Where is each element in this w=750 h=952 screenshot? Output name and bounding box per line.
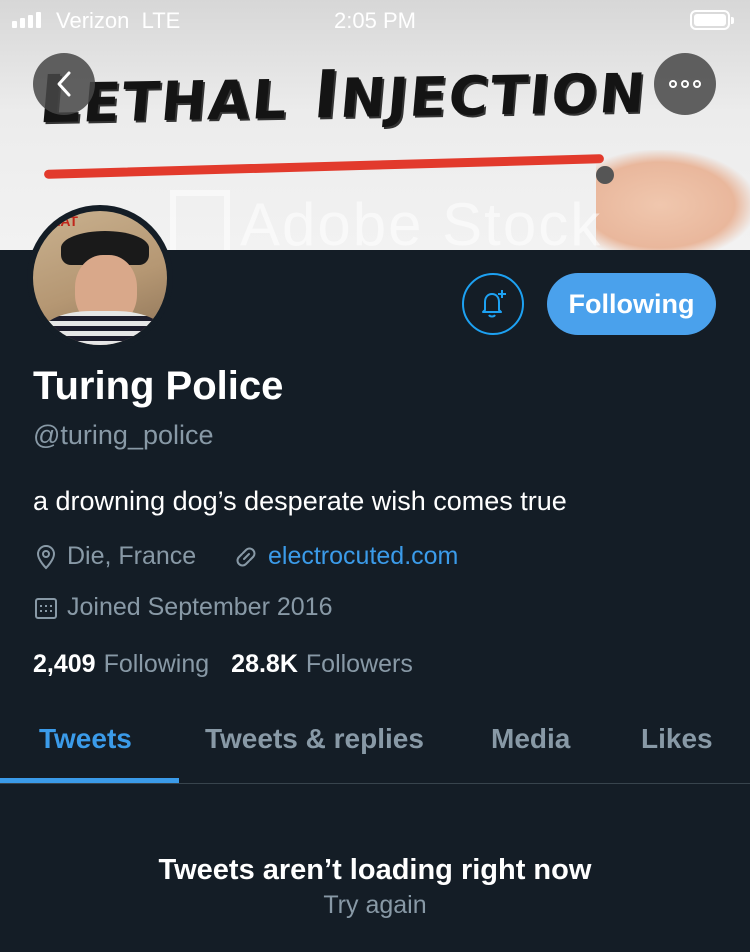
profile-location: Die, France [33,542,196,571]
active-tab-indicator [0,778,179,783]
battery-icon [690,10,734,30]
profile-tabs: Tweets Tweets & replies Media Likes [0,715,750,784]
website-text[interactable]: electrocuted.com [268,542,458,571]
link-icon [236,547,256,566]
banner-pen-tip [596,166,614,184]
chevron-left-icon [57,71,71,97]
tab-tweets-replies[interactable]: Tweets & replies [205,723,424,755]
avatar-poster-text: EAT [51,213,78,229]
profile-name: Turing Police [33,364,284,408]
following-button[interactable]: Following [547,273,716,335]
status-time: 2:05 PM [334,8,416,33]
status-bar: Verizon LTE 2:05 PM [0,0,750,40]
tab-media[interactable]: Media [491,723,570,755]
more-options-button[interactable] [654,53,716,115]
profile-joined: Joined September 2016 [33,593,332,622]
followers-count[interactable]: 28.8K [231,650,298,679]
avatar[interactable]: EAT [27,205,173,351]
back-button[interactable] [33,53,95,115]
watermark-logo [170,190,230,250]
location-text: Die, France [67,542,197,570]
avatar-striped-shirt [43,311,163,345]
banner-red-underline [43,154,605,179]
banner-watermark: Adobe Stock [240,191,603,250]
profile-bio: a drowning dog’s desperate wish comes tr… [33,486,567,516]
bell-plus-icon [482,290,506,318]
avatar-image: EAT [33,211,167,345]
following-label[interactable]: Following [104,650,210,679]
notifications-button[interactable] [462,273,524,335]
banner-title: LETHAL INJECTION [36,56,650,138]
more-horizontal-icon [669,80,701,88]
tab-likes[interactable]: Likes [641,723,713,755]
tab-tweets[interactable]: Tweets [39,723,132,755]
profile-website-link[interactable]: electrocuted.com [232,542,458,571]
location-pin-icon [36,544,56,569]
banner-hand-image [596,150,750,250]
followers-label[interactable]: Followers [306,650,413,679]
follow-stats: 2,409 Following 28.8K Followers [33,650,413,679]
following-count[interactable]: 2,409 [33,650,96,679]
joined-text: Joined September 2016 [67,593,333,621]
feed-error-message: Tweets aren’t loading right now [158,854,592,886]
profile-handle: @turing_police [33,420,214,450]
calendar-icon [35,597,57,619]
try-again-link[interactable]: Try again [0,891,750,920]
